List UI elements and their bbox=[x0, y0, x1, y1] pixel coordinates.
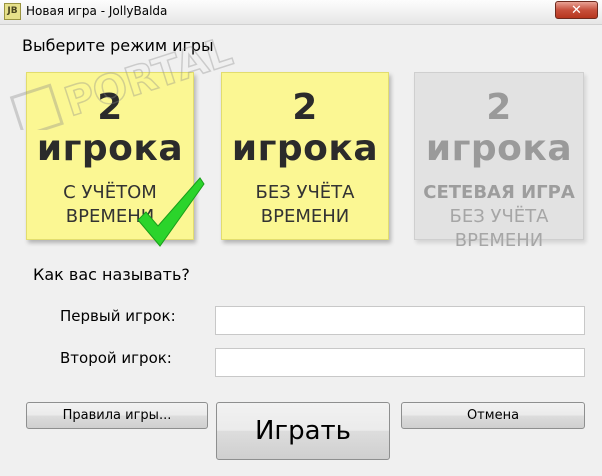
mode-card-line: БЕЗ УЧЁТА bbox=[255, 182, 355, 203]
second-player-input[interactable] bbox=[215, 348, 585, 377]
mode-card-line: ВРЕМЕНИ bbox=[454, 230, 544, 251]
mode-card-untimed[interactable]: 2 игрока БЕЗ УЧЁТА ВРЕМЕНИ bbox=[221, 72, 389, 240]
name-prompt: Как вас называть? bbox=[33, 265, 190, 284]
app-icon: JB bbox=[4, 3, 21, 20]
mode-card-line: СЕТЕВАЯ ИГРА bbox=[423, 182, 575, 203]
second-player-label: Второй игрок: bbox=[60, 349, 172, 367]
mode-heading: Выберите режим игры bbox=[22, 36, 214, 55]
first-player-input[interactable] bbox=[215, 306, 585, 335]
mode-card-line: БЕЗ УЧЁТА bbox=[449, 206, 549, 227]
close-button[interactable]: ✕ bbox=[555, 1, 598, 19]
mode-card-line: ВРЕМЕНИ bbox=[260, 206, 350, 227]
cancel-button[interactable]: Отмена bbox=[401, 402, 585, 429]
mode-card-title: 2 игрока bbox=[425, 87, 573, 169]
mode-card-network[interactable]: 2 игрока СЕТЕВАЯ ИГРА БЕЗ УЧЁТА ВРЕМЕНИ bbox=[414, 72, 584, 251]
checkmark-icon bbox=[137, 177, 205, 247]
play-button[interactable]: Играть bbox=[216, 402, 390, 460]
window-title: Новая игра - JollyBalda bbox=[26, 4, 168, 18]
mode-card-title: 2 игрока bbox=[231, 87, 379, 169]
mode-card-title: 2 игрока bbox=[36, 87, 184, 169]
rules-button[interactable]: Правила игры... bbox=[26, 402, 208, 429]
first-player-label: Первый игрок: bbox=[60, 307, 176, 325]
title-bar[interactable]: JB Новая игра - JollyBalda ✕ bbox=[0, 0, 602, 25]
